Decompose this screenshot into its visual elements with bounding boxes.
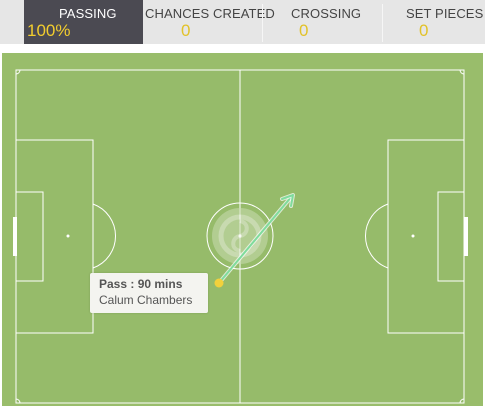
tab-crossing[interactable]: CROSSING 0 xyxy=(263,0,382,44)
pass-tooltip: Pass : 90 mins Calum Chambers xyxy=(90,273,208,313)
left-goal xyxy=(13,217,17,256)
right-penalty-spot xyxy=(411,234,415,238)
tab-chances-created[interactable]: CHANCES CREATED 0 xyxy=(143,0,275,44)
tab-chances-created-label: CHANCES CREATED xyxy=(145,6,275,21)
stats-tab-bar: PASSING 100% CHANCES CREATED 0 CROSSING … xyxy=(0,0,485,44)
tab-set-pieces-label: SET PIECES xyxy=(406,6,484,21)
tab-set-pieces-value: 0 xyxy=(419,21,429,40)
tooltip-player-name: Calum Chambers xyxy=(99,293,193,307)
tab-chances-created-value: 0 xyxy=(181,21,191,40)
pass-origin-marker[interactable] xyxy=(214,278,224,288)
pitch-area xyxy=(2,53,483,406)
left-penalty-spot xyxy=(66,234,70,238)
right-goal xyxy=(464,217,468,256)
tooltip-title: Pass : 90 mins xyxy=(99,277,183,291)
tab-crossing-value: 0 xyxy=(299,21,309,40)
tab-passing-value: 100% xyxy=(27,21,71,40)
tab-passing-label: PASSING xyxy=(59,6,117,21)
football-pitch xyxy=(2,53,483,406)
tab-passing[interactable]: PASSING 100% xyxy=(24,0,143,44)
tab-set-pieces[interactable]: SET PIECES 0 xyxy=(383,0,485,44)
tab-crossing-label: CROSSING xyxy=(291,6,362,21)
